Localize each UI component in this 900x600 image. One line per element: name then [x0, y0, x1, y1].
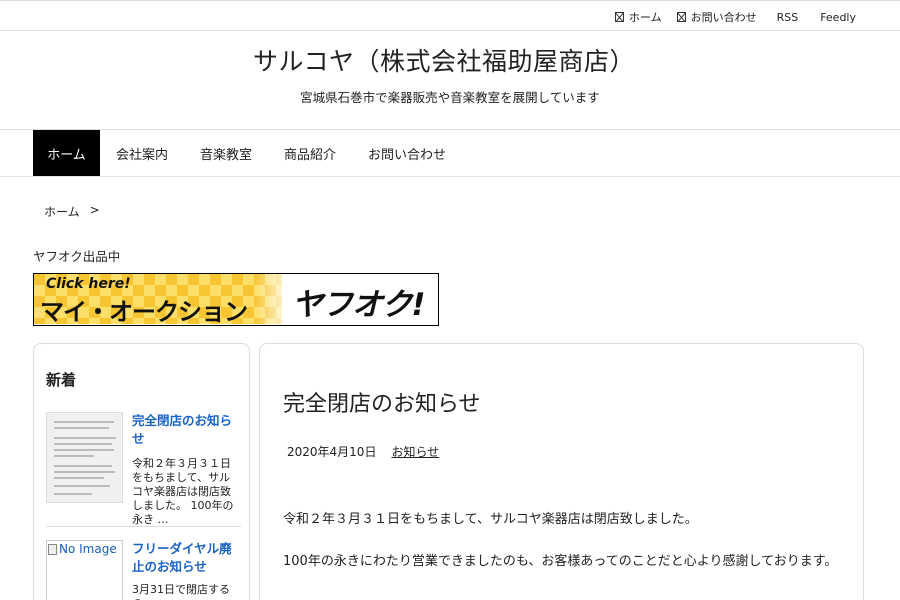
thumb-text-line — [54, 443, 112, 445]
top-link-contact[interactable]: お問い合わせ — [676, 9, 757, 25]
banner-main-text: マイ・オークション — [40, 298, 248, 326]
feedly-link[interactable]: Feedly — [820, 11, 856, 24]
thumb-text-line — [54, 471, 115, 473]
list-item: 完全閉店のお知らせ 令和２年３月３１日をもちまして、サルコヤ楽器店は閉店致しまし… — [46, 412, 241, 527]
top-link-home-label: ホーム — [628, 11, 662, 24]
thumb-text-line — [54, 427, 109, 429]
thumb-text-line — [54, 455, 94, 457]
post-thumbnail[interactable]: No Image — [46, 540, 123, 600]
article-paragraph: 100年の永きにわたり営業できましたのも、お客様あってのことだと心より感謝してお… — [283, 554, 838, 569]
sidebar-title: 新着 — [46, 371, 77, 389]
banner-click-text: Click here! — [46, 276, 131, 292]
yahoo-auction-banner[interactable]: Click here! マイ・オークション ヤフオク! — [33, 273, 439, 326]
site-tagline: 宮城県石巻市で楽器販売や音楽教室を展開しています — [300, 90, 600, 105]
thumb-text-line — [54, 493, 92, 495]
post-excerpt: 3月31日で閉店するの — [132, 583, 230, 600]
top-link-contact-label: お問い合わせ — [690, 11, 757, 24]
broken-image-icon — [48, 543, 57, 555]
thumb-text-line — [54, 485, 110, 487]
mail-icon — [676, 12, 686, 22]
breadcrumb: ホーム > — [44, 203, 100, 220]
top-link-home[interactable]: ホーム — [614, 9, 662, 25]
nav-item-company[interactable]: 会社案内 — [100, 130, 184, 176]
yahoo-auction-label: ヤフオク出品中 — [33, 249, 121, 264]
no-image-alt-text: No Image — [59, 542, 117, 556]
thumb-text-line — [54, 449, 114, 451]
post-thumbnail[interactable] — [46, 412, 123, 503]
main-article: 完全閉店のお知らせ 2020年4月10日 お知らせ 令和２年３月３１日をもちまし… — [259, 343, 864, 600]
sidebar-recent: 新着 完全閉店のお知らせ 令和２年３月３１日をもちまして、サルコヤ楽器店は閉店致… — [33, 343, 250, 600]
nav-item-home[interactable]: ホーム — [33, 130, 100, 176]
thumb-text-line — [54, 437, 116, 439]
breadcrumb-separator: > — [89, 203, 100, 217]
post-title-link[interactable]: フリーダイヤル廃止のお知らせ — [132, 540, 238, 576]
article-date: 2020年4月10日 — [287, 445, 377, 459]
banner-fade — [254, 274, 294, 324]
article-meta: 2020年4月10日 お知らせ — [287, 443, 439, 460]
article-category-link[interactable]: お知らせ — [391, 443, 439, 460]
nav-item-contact[interactable]: お問い合わせ — [352, 130, 462, 176]
thumb-text-line — [54, 465, 112, 467]
top-bar: ホーム お問い合わせ RSS Feedly — [0, 0, 900, 31]
thumb-text-line — [54, 477, 104, 479]
post-title-link[interactable]: 完全閉店のお知らせ — [132, 412, 238, 448]
article-paragraph: 令和２年３月３１日をもちまして、サルコヤ楽器店は閉店致しました。 — [283, 512, 698, 527]
breadcrumb-home[interactable]: ホーム — [44, 203, 80, 220]
nav-item-music-school[interactable]: 音楽教室 — [184, 130, 268, 176]
rss-link[interactable]: RSS — [777, 11, 799, 24]
top-links: ホーム お問い合わせ RSS Feedly — [614, 9, 856, 25]
nav-item-products[interactable]: 商品紹介 — [268, 130, 352, 176]
post-excerpt: 令和２年３月３１日をもちまして、サルコヤ楽器店は閉店致しました。 100年の永き… — [132, 457, 234, 526]
no-image-placeholder: No Image — [48, 542, 117, 556]
yahoo-auction-logo: ヤフオク! — [292, 287, 426, 323]
global-nav: ホーム 会社案内 音楽教室 商品紹介 お問い合わせ — [0, 129, 900, 177]
home-icon — [614, 12, 624, 22]
thumb-text-line — [54, 421, 114, 423]
article-title: 完全閉店のお知らせ — [283, 392, 481, 417]
site-title[interactable]: サルコヤ（株式会社福助屋商店） — [0, 42, 888, 78]
